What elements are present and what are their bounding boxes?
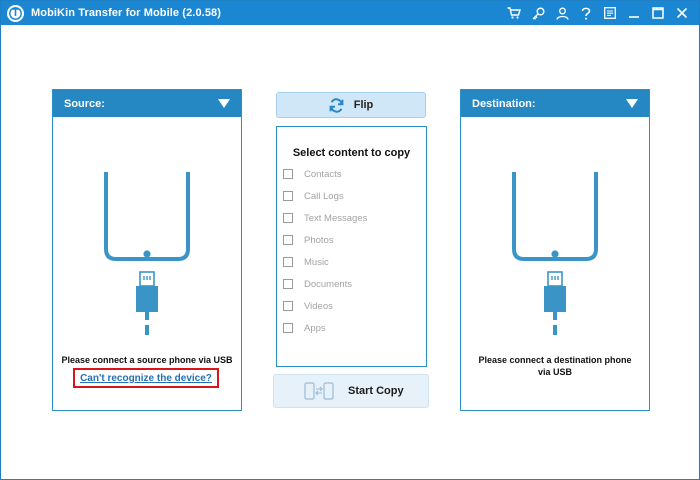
- option-label: Documents: [304, 278, 353, 290]
- source-dropdown[interactable]: Source:: [53, 90, 241, 117]
- help-icon[interactable]: [575, 1, 597, 25]
- destination-panel: Destination: Please connect a destinatio…: [460, 89, 650, 411]
- close-icon[interactable]: [671, 1, 693, 25]
- content-option-apps[interactable]: Apps: [283, 321, 326, 335]
- transfer-phones-icon: [304, 382, 334, 400]
- option-label: Call Logs: [304, 190, 344, 202]
- key-icon[interactable]: [527, 1, 549, 25]
- phone-usb-icon: [104, 172, 190, 335]
- option-label: Apps: [304, 322, 326, 334]
- start-copy-label: Start Copy: [348, 385, 404, 397]
- content-option-music[interactable]: Music: [283, 255, 329, 269]
- destination-dropdown[interactable]: Destination:: [461, 90, 649, 117]
- app-title: MobiKin Transfer for Mobile (2.0.58): [31, 7, 222, 19]
- content-option-documents[interactable]: Documents: [283, 277, 352, 291]
- checkbox[interactable]: [283, 257, 293, 267]
- content-title: Select content to copy: [292, 147, 411, 159]
- cant-recognize-link[interactable]: Can't recognize the device?: [80, 373, 212, 384]
- title-bar: T MobiKin Transfer for Mobile (2.0.58): [1, 1, 699, 25]
- source-header-label: Source:: [64, 97, 105, 110]
- content-option-text-messages[interactable]: Text Messages: [283, 211, 367, 225]
- destination-header-label: Destination:: [472, 97, 536, 110]
- content-selection-panel: Select content to copy Contacts Call Log…: [276, 126, 427, 367]
- content-option-call-logs[interactable]: Call Logs: [283, 189, 344, 203]
- checkbox[interactable]: [283, 323, 293, 333]
- feedback-icon[interactable]: [599, 1, 621, 25]
- maximize-icon[interactable]: [647, 1, 669, 25]
- content-option-contacts[interactable]: Contacts: [283, 167, 342, 181]
- checkbox[interactable]: [283, 169, 293, 179]
- destination-connect-message-line1: Please connect a destination phone: [478, 355, 632, 365]
- source-connect-message: Please connect a source phone via USB: [61, 355, 233, 365]
- option-label: Text Messages: [304, 212, 368, 224]
- flip-button[interactable]: Flip: [276, 92, 426, 118]
- refresh-icon: [329, 97, 344, 113]
- source-panel: Source: Please connect a source phone vi…: [52, 89, 242, 411]
- option-label: Photos: [304, 234, 334, 246]
- checkbox[interactable]: [283, 235, 293, 245]
- app-window: T MobiKin Transfer for Mobile (2.0.58) S…: [0, 0, 700, 480]
- checkbox[interactable]: [283, 191, 293, 201]
- account-icon[interactable]: [551, 1, 573, 25]
- title-bar-controls: [501, 1, 699, 25]
- chevron-down-icon[interactable]: [218, 99, 230, 108]
- start-copy-button[interactable]: Start Copy: [273, 374, 429, 408]
- checkbox[interactable]: [283, 279, 293, 289]
- option-label: Contacts: [304, 168, 342, 180]
- phone-usb-icon: [512, 172, 598, 335]
- option-label: Music: [304, 256, 329, 268]
- destination-connect-message-line2: via USB: [537, 367, 572, 377]
- flip-label: Flip: [353, 99, 374, 111]
- checkbox[interactable]: [283, 301, 293, 311]
- content-option-videos[interactable]: Videos: [283, 299, 333, 313]
- minimize-icon[interactable]: [623, 1, 645, 25]
- chevron-down-icon[interactable]: [626, 99, 638, 108]
- option-label: Videos: [304, 300, 333, 312]
- checkbox[interactable]: [283, 213, 293, 223]
- cart-icon[interactable]: [503, 1, 525, 25]
- content-option-photos[interactable]: Photos: [283, 233, 334, 247]
- cant-recognize-link-box[interactable]: Can't recognize the device?: [73, 368, 219, 388]
- app-logo-icon: T: [7, 4, 24, 22]
